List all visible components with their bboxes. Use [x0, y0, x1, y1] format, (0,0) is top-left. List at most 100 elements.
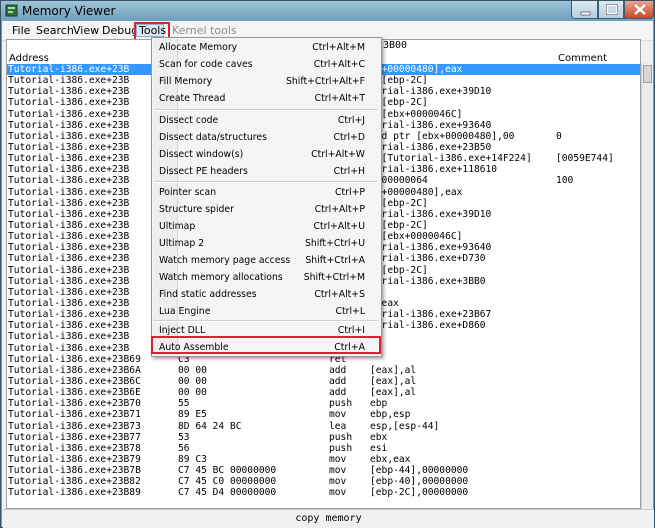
address-cell: Tutorial-i386.exe+23B	[8, 219, 130, 231]
table-row[interactable]: Tutorial-i386.exe+23B7B C7 45 BC 00000000…	[7, 465, 640, 476]
table-row[interactable]: Tutorial-i386.exe+23B78 56 push esi	[7, 443, 640, 454]
bytes-cell: 89 E5	[178, 409, 207, 421]
maximize-button[interactable]	[598, 1, 624, 19]
operands-cell: torial-i386.exe+D860	[370, 320, 486, 332]
menu-item-shortcut: Ctrl+D	[333, 132, 366, 143]
menu-item-shortcut: Ctrl+Alt+M	[312, 42, 365, 53]
address-cell: Tutorial-i386.exe+23B	[8, 164, 130, 176]
menu-item-label: Inject DLL	[159, 325, 206, 336]
app-icon	[5, 4, 18, 17]
operands-cell: [eax],al	[370, 375, 417, 387]
bytes-cell: C7 45 C0 00000000	[178, 476, 277, 488]
menu-item-shortcut: Ctrl+Alt+T	[314, 93, 365, 104]
table-row[interactable]: Tutorial-i386.exe+23B77 53 push ebx	[7, 432, 640, 443]
menu-item-watch-memory-page-access[interactable]: Watch memory page access Shift+Ctrl+A	[152, 253, 381, 269]
title-bar[interactable]: Memory Viewer	[1, 1, 654, 21]
table-row[interactable]: Tutorial-i386.exe+23B6C 00 00 add [eax],al	[7, 376, 640, 387]
bytes-cell: 89 C3	[178, 453, 207, 465]
bytes-cell: 00 00	[178, 387, 207, 399]
menu-item-shortcut: Ctrl+Alt+S	[314, 289, 365, 300]
opcode-cell: add	[329, 387, 347, 399]
menu-file[interactable]: File	[12, 24, 30, 37]
table-row[interactable]: Tutorial-i386.exe+23B70 55 push ebp	[7, 398, 640, 409]
comment-cell: 100	[556, 175, 574, 187]
table-row[interactable]: Tutorial-i386.exe+23B79 89 C3 mov ebx,eax	[7, 454, 640, 465]
menu-item-pointer-scan[interactable]: Pointer scan Ctrl+P	[152, 185, 381, 201]
address-cell: Tutorial-i386.exe+23B89	[8, 487, 141, 499]
menu-item-ultimap-2[interactable]: Ultimap 2 Shift+Ctrl+U	[152, 236, 381, 252]
address-cell: Tutorial-i386.exe+23B	[8, 286, 130, 298]
menu-item-scan-for-code-caves[interactable]: Scan for code caves Ctrl+Alt+C	[152, 57, 381, 73]
address-cell: Tutorial-i386.exe+23B6C	[8, 375, 141, 387]
menu-item-shortcut: Shift+Ctrl+M	[303, 272, 365, 283]
opcode-cell: lea	[329, 420, 347, 432]
menu-item-dissect-pe-headers[interactable]: Dissect PE headers Ctrl+H	[152, 164, 381, 180]
menu-item-dissect-code[interactable]: Dissect code Ctrl+J	[152, 113, 381, 129]
operands-cell: torial-i386.exe+93640	[370, 242, 492, 254]
menu-search[interactable]: Search	[36, 24, 74, 37]
address-cell: Tutorial-i386.exe+23B	[8, 64, 130, 75]
minimize-button[interactable]	[571, 1, 598, 19]
address-cell: Tutorial-i386.exe+23B7B	[8, 465, 141, 477]
operands-cell: ebp,esp	[370, 409, 411, 421]
minimize-icon	[580, 11, 591, 16]
comment-cell: [0059E744]	[556, 153, 614, 165]
bytes-cell: 8D 64 24 BC	[178, 420, 242, 432]
operands-cell: torial-i386.exe+3BB0	[370, 275, 486, 287]
menu-item-label: Dissect window(s)	[159, 149, 244, 160]
menu-item-create-thread[interactable]: Create Thread Ctrl+Alt+T	[152, 91, 381, 107]
address-cell: Tutorial-i386.exe+23B	[8, 297, 130, 309]
menu-item-find-static-addresses[interactable]: Find static addresses Ctrl+Alt+S	[152, 287, 381, 303]
table-row[interactable]: Tutorial-i386.exe+23B6E 00 00 add [eax],al	[7, 387, 640, 398]
menu-view[interactable]: View	[73, 24, 99, 37]
address-cell: Tutorial-i386.exe+23B	[8, 108, 130, 120]
table-row[interactable]: Tutorial-i386.exe+23B89 C7 45 D4 00000000…	[7, 487, 640, 498]
opcode-cell: push	[329, 442, 353, 454]
close-button[interactable]	[624, 1, 654, 19]
menu-item-label: Pointer scan	[159, 187, 217, 198]
operands-cell: ebx,eax	[370, 453, 411, 465]
operands-cell: esi	[370, 442, 388, 454]
menu-item-fill-memory[interactable]: Fill Memory Shift+Ctrl+Alt+F	[152, 74, 381, 90]
menu-item-structure-spider[interactable]: Structure spider Ctrl+Alt+P	[152, 202, 381, 218]
auto-assemble-annotation-box	[151, 336, 381, 354]
table-row[interactable]: Tutorial-i386.exe+23B6A 00 00 add [eax],al	[7, 365, 640, 376]
menu-item-shortcut: Ctrl+P	[335, 187, 365, 198]
address-column-header[interactable]: Address	[9, 53, 49, 64]
address-cell: Tutorial-i386.exe+23B	[8, 153, 130, 165]
address-cell: Tutorial-i386.exe+23B	[8, 208, 130, 220]
operands-cell: bx+00000480],eax	[370, 186, 463, 198]
menu-item-label: Scan for code caves	[159, 59, 253, 70]
menu-debug[interactable]: Debug	[102, 24, 138, 37]
menu-item-ultimap[interactable]: Ultimap Ctrl+Alt+U	[152, 219, 381, 235]
menu-item-shortcut: Ctrl+H	[333, 166, 365, 177]
menu-item-label: Fill Memory	[159, 76, 213, 87]
menu-item-lua-engine[interactable]: Lua Engine Ctrl+L	[152, 304, 381, 320]
table-row[interactable]: Tutorial-i386.exe+23B71 89 E5 mov ebp,esp	[7, 409, 640, 420]
menu-item-label: Ultimap 2	[159, 238, 205, 249]
scrollbar-thumb[interactable]	[643, 65, 652, 83]
operands-cell: [ebp-44],00000000	[370, 465, 469, 477]
menu-item-dissect-window-s[interactable]: Dissect window(s) Ctrl+Alt+W	[152, 147, 381, 163]
vertical-scrollbar[interactable]	[641, 63, 653, 509]
address-cell: Tutorial-i386.exe+23B77	[8, 431, 141, 443]
opcode-cell: push	[329, 398, 353, 410]
operands-cell: torial-i386.exe+D730	[370, 253, 486, 265]
menu-item-shortcut: Ctrl+I	[337, 325, 365, 336]
comment-column-header[interactable]: Comment	[558, 53, 607, 64]
menu-item-allocate-memory[interactable]: Allocate Memory Ctrl+Alt+M	[152, 40, 381, 56]
table-row[interactable]: Tutorial-i386.exe+23B73 8D 64 24 BC lea esp…	[7, 421, 640, 432]
menu-item-shortcut: Ctrl+Alt+W	[311, 149, 365, 160]
operands-cell: torial-i386.exe+39D10	[370, 208, 492, 220]
opcode-cell: mov	[329, 409, 347, 421]
opcode-cell: add	[329, 375, 347, 387]
menu-kernel-tools: Kernel tools	[172, 24, 237, 37]
bytes-cell: C7 45 BC 00000000	[178, 465, 277, 477]
copy-memory-label[interactable]: copy memory	[3, 513, 654, 524]
menu-item-dissect-data-structures[interactable]: Dissect data/structures Ctrl+D	[152, 130, 381, 146]
operands-cell: [ebp-40],00000000	[370, 476, 469, 488]
table-row[interactable]: Tutorial-i386.exe+23B82 C7 45 C0 00000000…	[7, 476, 640, 487]
address-cell: Tutorial-i386.exe+23B	[8, 86, 130, 98]
menu-item-label: Watch memory page access	[159, 255, 291, 266]
menu-item-watch-memory-allocations[interactable]: Watch memory allocations Shift+Ctrl+M	[152, 270, 381, 286]
